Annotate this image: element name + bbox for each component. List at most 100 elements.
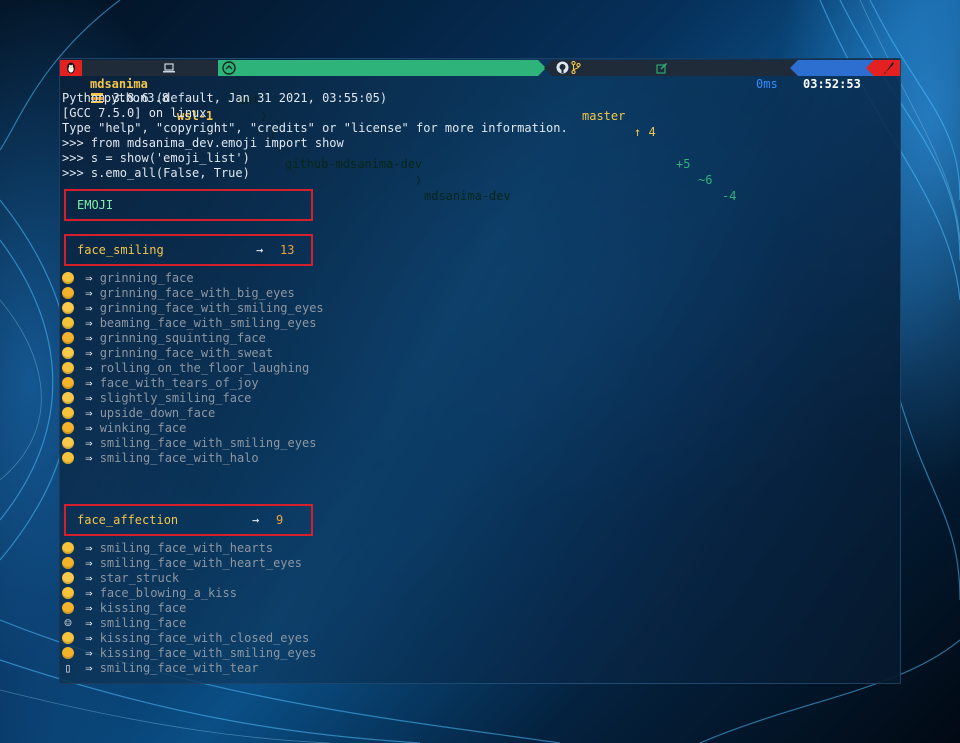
powerline-separator (210, 60, 218, 76)
item-arrow: ⇒ (78, 316, 93, 330)
emoji-name: smiling_face_with_smiling_eyes (99, 436, 317, 450)
prompt-os-segment (60, 60, 82, 76)
list-item: ⇒ smiling_face_with_smiling_eyes (62, 436, 316, 451)
item-arrow: ⇒ (78, 361, 93, 375)
command-line: python3.8 (62, 76, 169, 105)
emoji-name: grinning_face (99, 271, 194, 285)
item-arrow: ⇒ (78, 421, 93, 435)
item-arrow: ⇒ (78, 631, 93, 645)
list-item: ⇒ star_struck (62, 571, 179, 586)
list-item: ⇒ upside_down_face (62, 406, 215, 421)
git-ahead: ↑ 4 (634, 125, 656, 139)
item-arrow: ⇒ (78, 271, 93, 285)
emoji-name: grinning_face_with_sweat (99, 346, 274, 360)
emoji-name: smiling_face_with_tear (99, 661, 259, 675)
emoji-name: rolling_on_the_floor_laughing (99, 361, 310, 375)
item-arrow: ⇒ (78, 541, 93, 555)
repl-line: >>> s.emo_all(False, True) (62, 166, 250, 180)
item-arrow: ⇒ (78, 586, 93, 600)
path-separator: ❭ (415, 173, 423, 187)
command-duration: 0ms (756, 77, 778, 91)
emoji-name: kissing_face_with_closed_eyes (99, 631, 310, 645)
emoji-face-icon (62, 587, 74, 599)
git-branch-icon (571, 61, 581, 74)
folder-icon (222, 61, 236, 75)
item-arrow: ⇒ (78, 646, 93, 660)
category-box-face-smiling: face_smiling → 13 (64, 234, 313, 266)
powerline-separator-left (790, 60, 798, 76)
powerline-separator-left (866, 60, 874, 76)
emoji-face-icon (62, 452, 74, 464)
output-line: [GCC 7.5.0] on linux (62, 106, 207, 120)
list-item: ⇒ kissing_face (62, 601, 186, 616)
terminal-window[interactable]: mdsanima wsl-1 mnt ❭ j ❭ github-mdsanima… (59, 58, 901, 684)
emoji-name: beaming_face_with_smiling_eyes (99, 316, 317, 330)
list-item: ▯ ⇒ smiling_face_with_tear (62, 661, 259, 676)
list-item: ⇒ grinning_face (62, 271, 194, 286)
category-count: 13 (280, 243, 295, 257)
emoji-face-icon (62, 437, 74, 449)
emoji-face-icon (62, 317, 74, 329)
emoji-face-icon (62, 347, 74, 359)
prompt-time: 03:52:53 (803, 77, 861, 91)
output-line: Python 3.8.6 (default, Jan 31 2021, 03:5… (62, 91, 388, 105)
list-item: ⇒ smiling_face_with_heart_eyes (62, 556, 302, 571)
list-item: ⇒ grinning_face_with_big_eyes (62, 286, 295, 301)
emoji-face-icon (62, 332, 74, 344)
emoji-name: kissing_face (99, 601, 187, 615)
list-item: ⇒ face_with_tears_of_joy (62, 376, 259, 391)
item-arrow: ⇒ (78, 661, 93, 675)
emoji-name: star_struck (99, 571, 180, 585)
emoji-face-icon (62, 602, 74, 614)
list-item: ⇒ face_blowing_a_kiss (62, 586, 237, 601)
emoji-face-icon (62, 302, 74, 314)
emoji-glyph: ☺ (64, 616, 72, 630)
emoji-face-icon (62, 647, 74, 659)
laptop-icon (163, 63, 175, 73)
path-part-repo-parent[interactable]: github-mdsanima-dev (285, 156, 422, 172)
emoji-name: kissing_face_with_smiling_eyes (99, 646, 317, 660)
emoji-header-text: EMOJI (77, 198, 114, 212)
git-modified: ~6 (698, 173, 713, 187)
path-part-repo[interactable]: mdsanima-dev (424, 188, 511, 204)
emoji-face-icon (62, 422, 74, 434)
github-icon (556, 61, 569, 74)
item-arrow: ⇒ (78, 601, 93, 615)
emoji-name: grinning_face_with_big_eyes (99, 286, 295, 300)
item-arrow: ⇒ (78, 406, 93, 420)
item-arrow: ⇒ (78, 391, 93, 405)
emoji-name: winking_face (99, 421, 187, 435)
item-arrow: ⇒ (78, 436, 93, 450)
emoji-name: smiling_face_with_heart_eyes (99, 556, 302, 570)
git-added: +5 (676, 157, 691, 171)
shell-prompt: mdsanima wsl-1 mnt ❭ j ❭ github-mdsanima… (60, 60, 900, 203)
item-arrow: ⇒ (78, 301, 93, 315)
emoji-face-icon (62, 377, 74, 389)
git-deleted: -4 (722, 189, 737, 203)
emoji-face-icon (62, 542, 74, 554)
list-item: ⇒ smiling_face_with_hearts (62, 541, 273, 556)
list-item: ⇒ smiling_face_with_halo (62, 451, 259, 466)
prompt-end-segment (874, 60, 900, 76)
output-line: Type "help", "copyright", "credits" or "… (62, 121, 568, 135)
category-arrow: → (252, 513, 260, 527)
prompt-path-segment: mnt ❭ j ❭ github-mdsanima-dev ❭ mdsanima… (218, 60, 538, 203)
emoji-face-icon (62, 287, 74, 299)
emoji-name: smiling_face_with_hearts (99, 541, 274, 555)
list-item: ⇒ kissing_face_with_smiling_eyes (62, 646, 316, 661)
list-item: ☺ ⇒ smiling_face (62, 616, 186, 631)
item-arrow: ⇒ (78, 286, 93, 300)
emoji-face-icon (62, 632, 74, 644)
prompt-time-segment: 03:52:53 (798, 60, 874, 91)
emoji-name: smiling_face (99, 616, 187, 630)
list-item: ⇒ grinning_squinting_face (62, 331, 266, 346)
git-branch: master (582, 109, 626, 123)
item-arrow: ⇒ (78, 376, 93, 390)
emoji-name: grinning_squinting_face (99, 331, 266, 345)
rocket-icon (884, 62, 894, 74)
repl-line: >>> s = show('emoji_list') (62, 151, 250, 165)
emoji-glyph: ▯ (64, 661, 72, 675)
emoji-name: upside_down_face (99, 406, 216, 420)
emoji-name: grinning_face_with_smiling_eyes (99, 301, 324, 315)
emoji-face-icon (62, 362, 74, 374)
